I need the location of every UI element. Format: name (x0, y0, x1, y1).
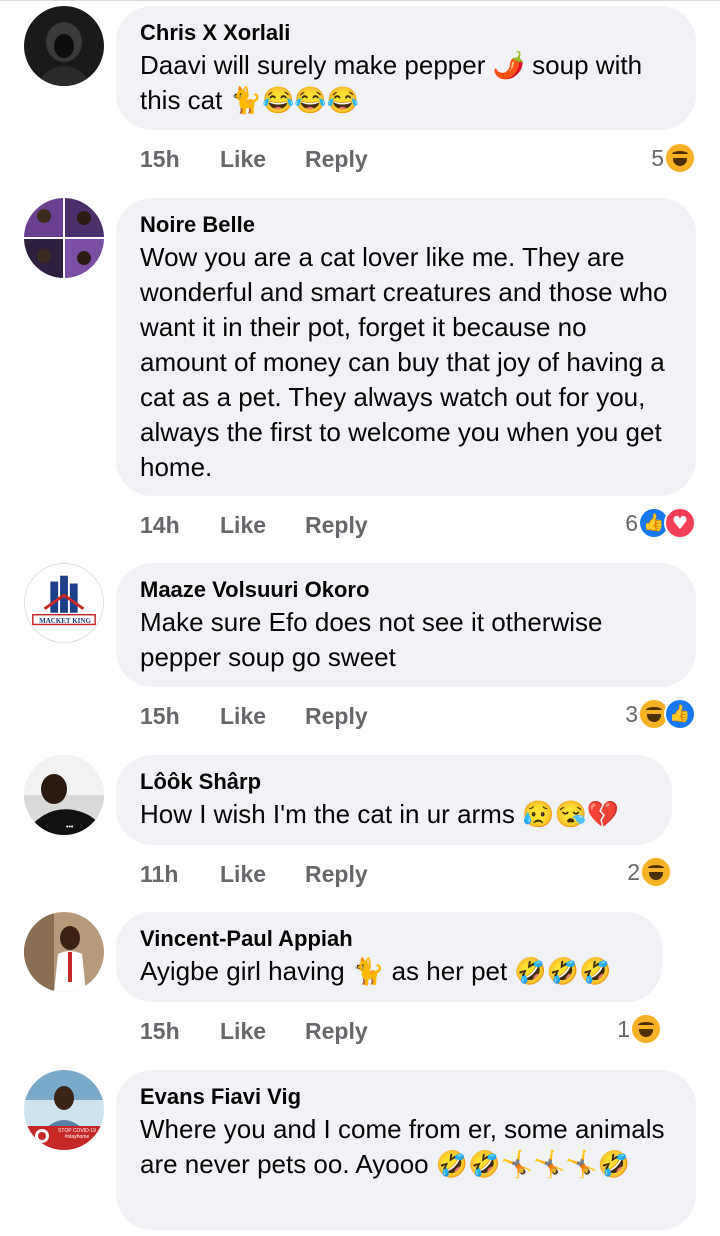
haha-reaction-icon (664, 142, 696, 174)
commenter-name[interactable]: Noire Belle (140, 212, 672, 238)
like-button[interactable]: Like (220, 1016, 266, 1046)
comment-timestamp[interactable]: 11h (140, 859, 178, 889)
comment-text: Daavi will surely make pepper 🌶️ soup wi… (140, 50, 643, 115)
reaction-summary[interactable]: 6 👍 ♥ (625, 506, 696, 540)
reply-button[interactable]: Reply (305, 144, 368, 174)
love-reaction-icon: ♥ (664, 507, 696, 539)
comment-text: Where you and I come from er, some anima… (140, 1114, 665, 1179)
reaction-count: 2 (627, 858, 640, 885)
commenter-name[interactable]: Maaze Volsuuri Okoro (140, 577, 672, 603)
comment-bubble: Maaze Volsuuri Okoro Make sure Efo does … (116, 563, 696, 687)
comment-timestamp[interactable]: 15h (140, 701, 180, 731)
comment-bubble: Lôôk Shârp How I wish I'm the cat in ur … (116, 755, 672, 845)
avatar[interactable]: MACKET KING (24, 563, 104, 643)
reaction-count: 5 (651, 144, 664, 171)
comment-text: Make sure Efo does not see it otherwise … (140, 607, 603, 672)
like-button[interactable]: Like (220, 510, 266, 540)
reply-button[interactable]: Reply (305, 1016, 368, 1046)
comment-bubble: Noire Belle Wow you are a cat lover like… (116, 198, 696, 496)
comment-timestamp[interactable]: 15h (140, 144, 180, 174)
haha-reaction-icon (630, 1013, 662, 1045)
avatar[interactable] (24, 6, 104, 86)
comment-text: Wow you are a cat lover like me. They ar… (140, 242, 668, 482)
svg-text:•••: ••• (66, 824, 74, 831)
top-divider (0, 0, 720, 4)
comment-bubble: Vincent-Paul Appiah Ayigbe girl having 🐈… (116, 912, 662, 1002)
avatar[interactable]: ••• (24, 755, 104, 835)
reaction-summary[interactable]: 1 (617, 1012, 662, 1046)
like-button[interactable]: Like (220, 144, 266, 174)
avatar[interactable] (24, 912, 104, 992)
reaction-summary[interactable]: 5 (651, 141, 696, 175)
avatar[interactable]: STOP COVID-19 #stayhome (24, 1070, 104, 1150)
commenter-name[interactable]: Chris X Xorlali (140, 20, 672, 46)
avatar[interactable] (24, 198, 104, 278)
comment-timestamp[interactable]: 15h (140, 1016, 180, 1046)
reaction-count: 3 (625, 700, 638, 727)
comment-text: How I wish I'm the cat in ur arms 😥😪💔 (140, 799, 620, 829)
comment-text: Ayigbe girl having 🐈 as her pet 🤣🤣🤣 (140, 956, 612, 986)
like-button[interactable]: Like (220, 859, 266, 889)
like-reaction-icon: 👍 (664, 698, 696, 730)
reaction-count: 1 (617, 1015, 630, 1042)
commenter-name[interactable]: Lôôk Shârp (140, 769, 648, 795)
haha-reaction-icon (638, 698, 670, 730)
reply-button[interactable]: Reply (305, 859, 368, 889)
comment-bubble: Evans Fiavi Vig Where you and I come fro… (116, 1070, 696, 1230)
avatar-campaign-label: STOP COVID-19 #stayhome (58, 1128, 96, 1140)
commenter-name[interactable]: Vincent-Paul Appiah (140, 926, 638, 952)
like-button[interactable]: Like (220, 701, 266, 731)
commenter-name[interactable]: Evans Fiavi Vig (140, 1084, 672, 1110)
reply-button[interactable]: Reply (305, 510, 368, 540)
haha-reaction-icon (640, 856, 672, 888)
avatar-brand-label: MACKET KING (39, 617, 91, 625)
reaction-count: 6 (625, 509, 638, 536)
comment-timestamp[interactable]: 14h (140, 510, 180, 540)
comment-bubble: Chris X Xorlali Daavi will surely make p… (116, 6, 696, 130)
reaction-summary[interactable]: 3 👍 (625, 697, 696, 731)
reply-button[interactable]: Reply (305, 701, 368, 731)
reaction-summary[interactable]: 2 (627, 855, 672, 889)
